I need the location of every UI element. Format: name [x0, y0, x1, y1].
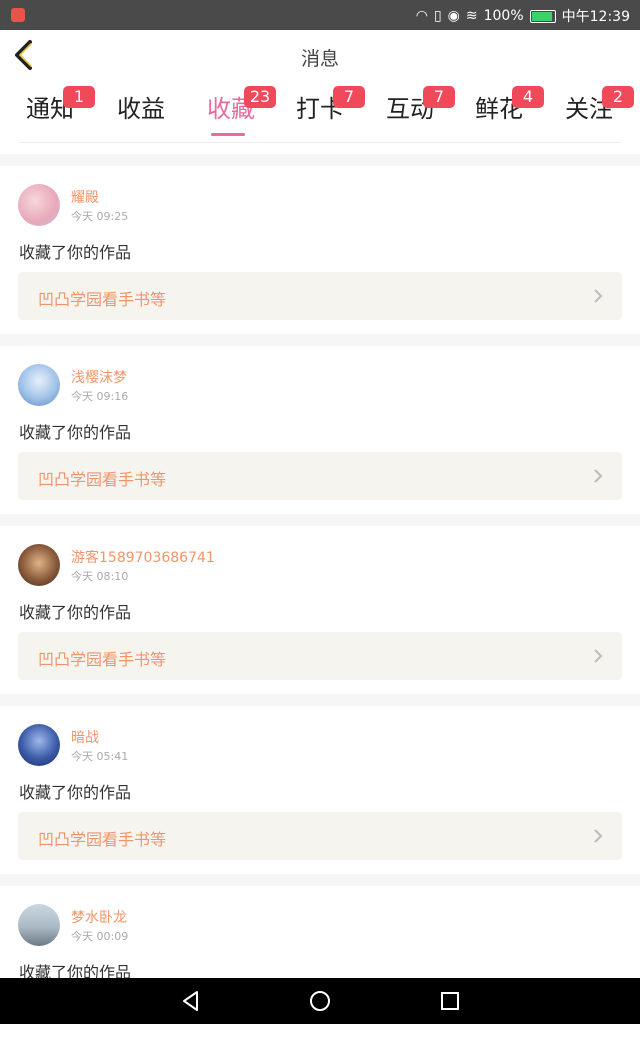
user-name[interactable]: 游客1589703686741	[71, 547, 215, 567]
tab-flowers[interactable]: 鲜花 4	[464, 86, 544, 138]
unread-badge: 7	[333, 86, 365, 108]
timestamp: 今天 05:41	[71, 750, 129, 763]
avatar[interactable]	[18, 544, 60, 586]
battery-icon	[529, 9, 556, 23]
unread-badge: 1	[63, 86, 95, 108]
work-title: 凹凸学园看手书等	[38, 470, 167, 489]
work-link[interactable]: 凹凸学园看手书等	[18, 272, 622, 320]
favorite-notification: 浅樱沫梦今天 09:16 收藏了你的作品凹凸学园看手书等	[0, 346, 640, 514]
timestamp: 今天 00:09	[71, 930, 129, 943]
page-title: 消息	[300, 48, 339, 70]
eye-icon: ◉	[447, 8, 460, 24]
tab-label: 收益	[117, 95, 165, 123]
action-text: 收藏了你的作品	[19, 603, 132, 622]
unread-badge: 23	[244, 86, 276, 108]
chevron-right-icon	[594, 469, 603, 483]
action-text: 收藏了你的作品	[19, 783, 132, 802]
tab-checkin[interactable]: 打卡 7	[285, 86, 365, 138]
chevron-right-icon	[594, 829, 603, 843]
user-name[interactable]: 耀殿	[71, 187, 99, 207]
tab-notify[interactable]: 通知 1	[15, 86, 95, 138]
active-tab-indicator	[211, 133, 245, 136]
tab-follow[interactable]: 关注 2	[554, 86, 634, 138]
work-link[interactable]: 凹凸学园看手书等	[18, 452, 622, 500]
tab-earnings[interactable]: 收益	[106, 94, 176, 138]
chevron-right-icon	[594, 649, 603, 663]
nav-home-icon[interactable]	[307, 988, 333, 1014]
timestamp: 今天 09:25	[71, 210, 129, 223]
work-title: 凹凸学园看手书等	[38, 650, 167, 669]
tab-interact[interactable]: 互动 7	[375, 86, 455, 138]
battery-percent: 100%	[483, 8, 524, 24]
system-nav-bar	[0, 978, 640, 1024]
message-tabs: 通知 1 收益 收藏 23 打卡 7 互动 7 鲜花 4 关注 2	[0, 82, 640, 154]
avatar[interactable]	[18, 364, 60, 406]
status-bar: ◠ ▯ ◉ ≋ 100% 中午12:39	[0, 0, 640, 30]
nav-back-icon[interactable]	[178, 988, 204, 1014]
clock: 中午12:39	[561, 9, 630, 25]
work-title: 凹凸学园看手书等	[38, 290, 167, 309]
avatar[interactable]	[18, 184, 60, 226]
status-icons: ◠ ▯ ◉ ≋ 100% 中午12:39	[416, 6, 630, 26]
nav-recents-icon[interactable]	[437, 988, 463, 1014]
unread-badge: 2	[602, 86, 634, 108]
work-link[interactable]: 凹凸学园看手书等	[18, 812, 622, 860]
app-notification-icon	[11, 8, 25, 22]
vibrate-icon: ▯	[433, 8, 442, 24]
headphone-icon: ◠	[415, 8, 428, 24]
wifi-icon: ≋	[465, 8, 478, 24]
header: 消息	[0, 30, 640, 83]
work-link[interactable]: 凹凸学园看手书等	[18, 632, 622, 680]
favorites-list: 耀殿 今天 09:25 收藏了你的作品 凹凸学园看手书等 浅樱沫梦 今天 09:16 收藏了…	[0, 154, 640, 1054]
user-name[interactable]: 梦水卧龙	[71, 907, 127, 927]
timestamp: 今天 08:10	[71, 570, 129, 583]
unread-badge: 4	[512, 86, 544, 108]
user-name[interactable]: 暗战	[71, 727, 99, 747]
favorite-notification: 耀殿今天 09:25 收藏了你的作品凹凸学园看手书等	[0, 166, 640, 334]
unread-badge: 7	[423, 86, 455, 108]
action-text: 收藏了你的作品	[19, 243, 132, 262]
favorite-notification: 梦水卧龙 今天 00:09 收藏了你的作品	[0, 886, 640, 1054]
work-title: 凹凸学园看手书等	[38, 830, 167, 849]
action-text: 收藏了你的作品	[19, 423, 132, 442]
timestamp: 今天 09:16	[71, 390, 129, 403]
avatar[interactable]	[18, 904, 60, 946]
chevron-right-icon	[594, 289, 603, 303]
favorite-notification: 暗战今天 05:41 收藏了你的作品凹凸学园看手书等	[0, 706, 640, 874]
avatar[interactable]	[18, 724, 60, 766]
favorite-notification: 游客1589703686741 今天 08:10 收藏了你的作品凹凸学园看手书等	[0, 526, 640, 694]
user-name[interactable]: 浅樱沫梦	[71, 367, 127, 387]
tab-favorites[interactable]: 收藏 23	[196, 86, 276, 138]
tabs-divider	[18, 142, 622, 143]
